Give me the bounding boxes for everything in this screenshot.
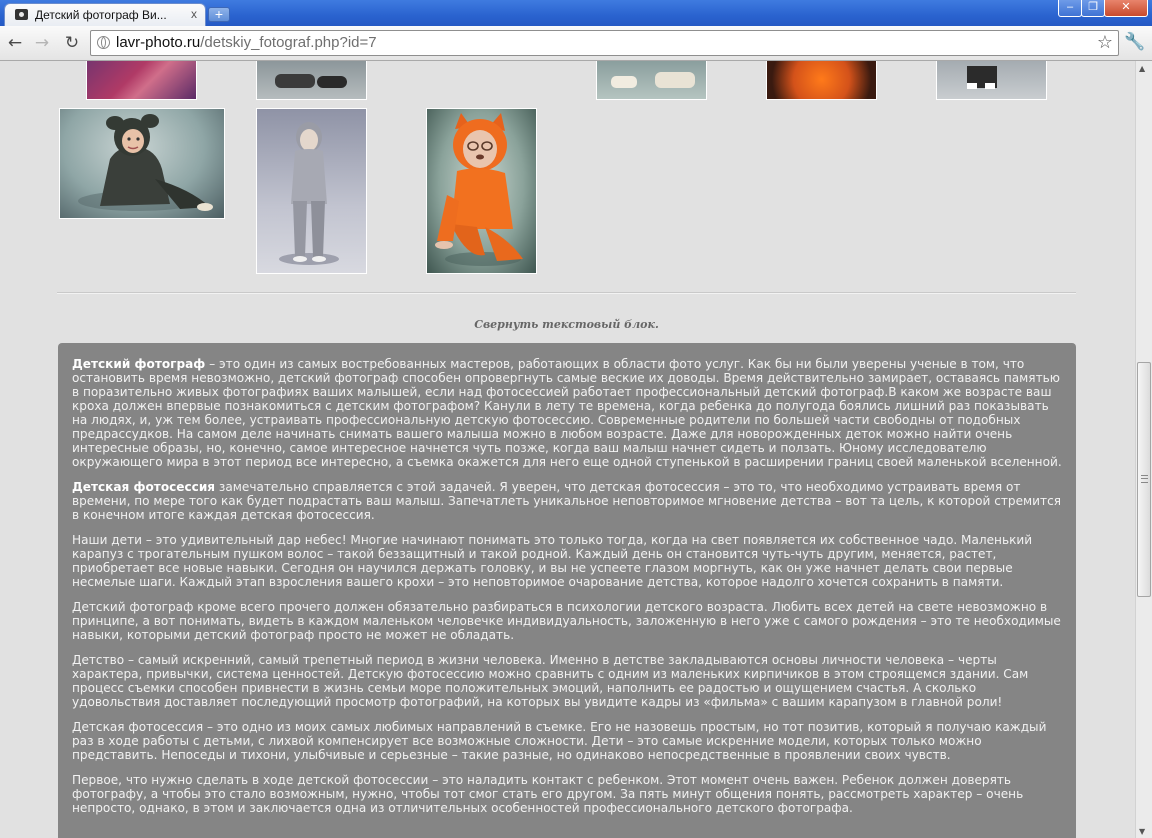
star-icon[interactable]: ☆	[1097, 32, 1113, 54]
url-domain: lavr-photo.ru	[116, 34, 201, 51]
page-viewport: Свернуть текстовый блок. Детский фотогра…	[0, 61, 1135, 838]
photo-child-fox-costume[interactable]	[426, 108, 537, 274]
url-text[interactable]: lavr-photo.ru/detskiy_fotograf.php?id=7	[116, 34, 377, 51]
address-bar[interactable]: lavr-photo.ru/detskiy_fotograf.php?id=7 …	[90, 30, 1119, 56]
content-divider	[57, 292, 1076, 293]
browser-tab[interactable]: Детский фотограф Ви... x	[4, 3, 206, 26]
photo-thumbnail[interactable]	[596, 61, 707, 100]
window-titlebar: Детский фотограф Ви... x + – ❐ ✕	[0, 0, 1152, 26]
grip-icon	[1141, 475, 1148, 483]
browser-toolbar: ← → ↻ lavr-photo.ru/detskiy_fotograf.php…	[0, 26, 1152, 61]
camera-favicon-icon	[15, 9, 28, 20]
article-paragraph-3: Наши дети – это удивительный дар небес! …	[72, 533, 1033, 589]
tab-title: Детский фотограф Ви...	[35, 8, 167, 22]
close-window-button[interactable]: ✕	[1104, 0, 1148, 17]
article-text-block: Детский фотограф – это один из самых вос…	[58, 343, 1076, 838]
article-paragraph-2: Детская фотосессия замечательно справляе…	[72, 480, 1062, 522]
back-icon[interactable]: ←	[4, 32, 26, 54]
collapse-text-link[interactable]: Свернуть текстовый блок.	[0, 318, 1133, 331]
photo-thumbnail[interactable]	[766, 61, 877, 100]
photo-child-bear-costume[interactable]	[59, 108, 225, 219]
vertical-scrollbar[interactable]: ▲ ▼	[1135, 61, 1152, 838]
article-paragraph-5: Детство – самый искренний, самый трепетн…	[72, 653, 1029, 709]
article-paragraph-6: Детская фотосессия – это одно из моих са…	[72, 720, 1047, 762]
scrollbar-thumb[interactable]	[1137, 362, 1151, 597]
photo-thumbnail[interactable]	[936, 61, 1047, 100]
photo-thumbnail[interactable]	[256, 61, 367, 100]
article-text: – это один из самых востребованных масте…	[72, 357, 1062, 469]
article-bold-term: Детский фотограф	[72, 357, 206, 371]
wrench-icon[interactable]: 🔧	[1124, 31, 1145, 53]
reload-icon[interactable]: ↻	[61, 32, 83, 54]
globe-icon	[97, 36, 110, 49]
article-bold-term: Детская фотосессия	[72, 480, 216, 494]
fox-costume-figure	[435, 113, 523, 266]
bear-costume-figure	[78, 114, 213, 211]
article-paragraph-1: Детский фотограф – это один из самых вос…	[72, 357, 1062, 469]
article-text: замечательно справляется с этой задачей.…	[72, 480, 1061, 522]
scroll-up-icon[interactable]: ▲	[1139, 64, 1145, 73]
article-paragraph-4: Детский фотограф кроме всего прочего дол…	[72, 600, 1061, 642]
forward-icon[interactable]: →	[31, 32, 53, 54]
new-tab-button[interactable]: +	[208, 7, 230, 22]
girl-figure	[279, 122, 339, 265]
tab-close-icon[interactable]: x	[191, 7, 197, 21]
scroll-down-icon[interactable]: ▼	[1139, 827, 1145, 836]
maximize-button[interactable]: ❐	[1081, 0, 1105, 17]
photo-thumbnail[interactable]	[86, 61, 197, 100]
photo-girl-grey-hoodie[interactable]	[256, 108, 367, 274]
minimize-button[interactable]: –	[1058, 0, 1082, 17]
article-paragraph-7: Первое, что нужно сделать в ходе детской…	[72, 773, 1024, 815]
url-path: /detskiy_fotograf.php?id=7	[200, 34, 377, 51]
